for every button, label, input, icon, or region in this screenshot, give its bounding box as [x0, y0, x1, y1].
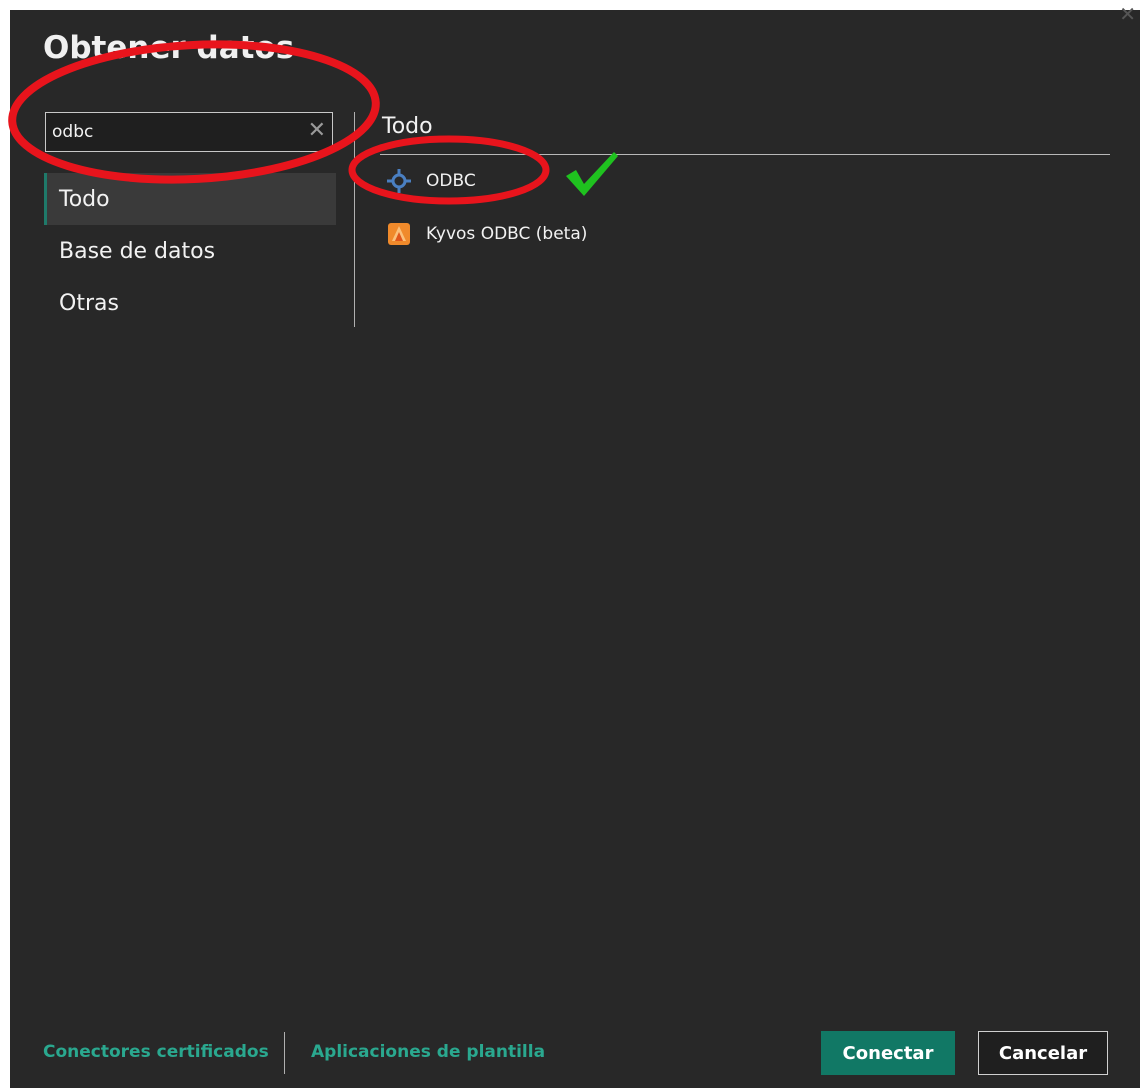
search-input[interactable] — [46, 113, 296, 151]
odbc-connector-icon — [384, 166, 414, 196]
panel-divider — [354, 112, 355, 327]
result-item-odbc[interactable]: ODBC — [380, 162, 980, 200]
certified-connectors-link[interactable]: Conectores certificados — [43, 1042, 269, 1062]
category-label: Base de datos — [59, 238, 216, 264]
close-icon[interactable]: ✕ — [1119, 4, 1136, 24]
category-list: Todo Base de datos Otras — [44, 173, 336, 329]
result-label: ODBC — [426, 171, 476, 191]
category-item-otras[interactable]: Otras — [44, 277, 336, 329]
footer-divider — [284, 1032, 285, 1074]
results-header-rule — [380, 154, 1110, 155]
category-item-todo[interactable]: Todo — [44, 173, 336, 225]
clear-search-icon[interactable]: ✕ — [308, 117, 326, 146]
result-label: Kyvos ODBC (beta) — [426, 224, 588, 244]
results-list: ODBC Kyvos ODBC (beta) — [380, 162, 980, 268]
search-box: ✕ — [45, 112, 333, 152]
connect-button[interactable]: Conectar — [821, 1031, 955, 1075]
category-item-base-de-datos[interactable]: Base de datos — [44, 225, 336, 277]
cancel-button[interactable]: Cancelar — [978, 1031, 1108, 1075]
kyvos-logo-icon — [384, 219, 414, 249]
result-item-kyvos-odbc[interactable]: Kyvos ODBC (beta) — [380, 215, 980, 253]
template-apps-link[interactable]: Aplicaciones de plantilla — [311, 1042, 545, 1062]
get-data-dialog: ✕ Obtener datos ✕ Todo Base de datos Otr… — [8, 4, 1140, 1088]
results-header: Todo — [382, 114, 433, 139]
category-label: Todo — [59, 186, 110, 212]
category-label: Otras — [59, 290, 119, 316]
dialog-title: Obtener datos — [43, 30, 295, 66]
